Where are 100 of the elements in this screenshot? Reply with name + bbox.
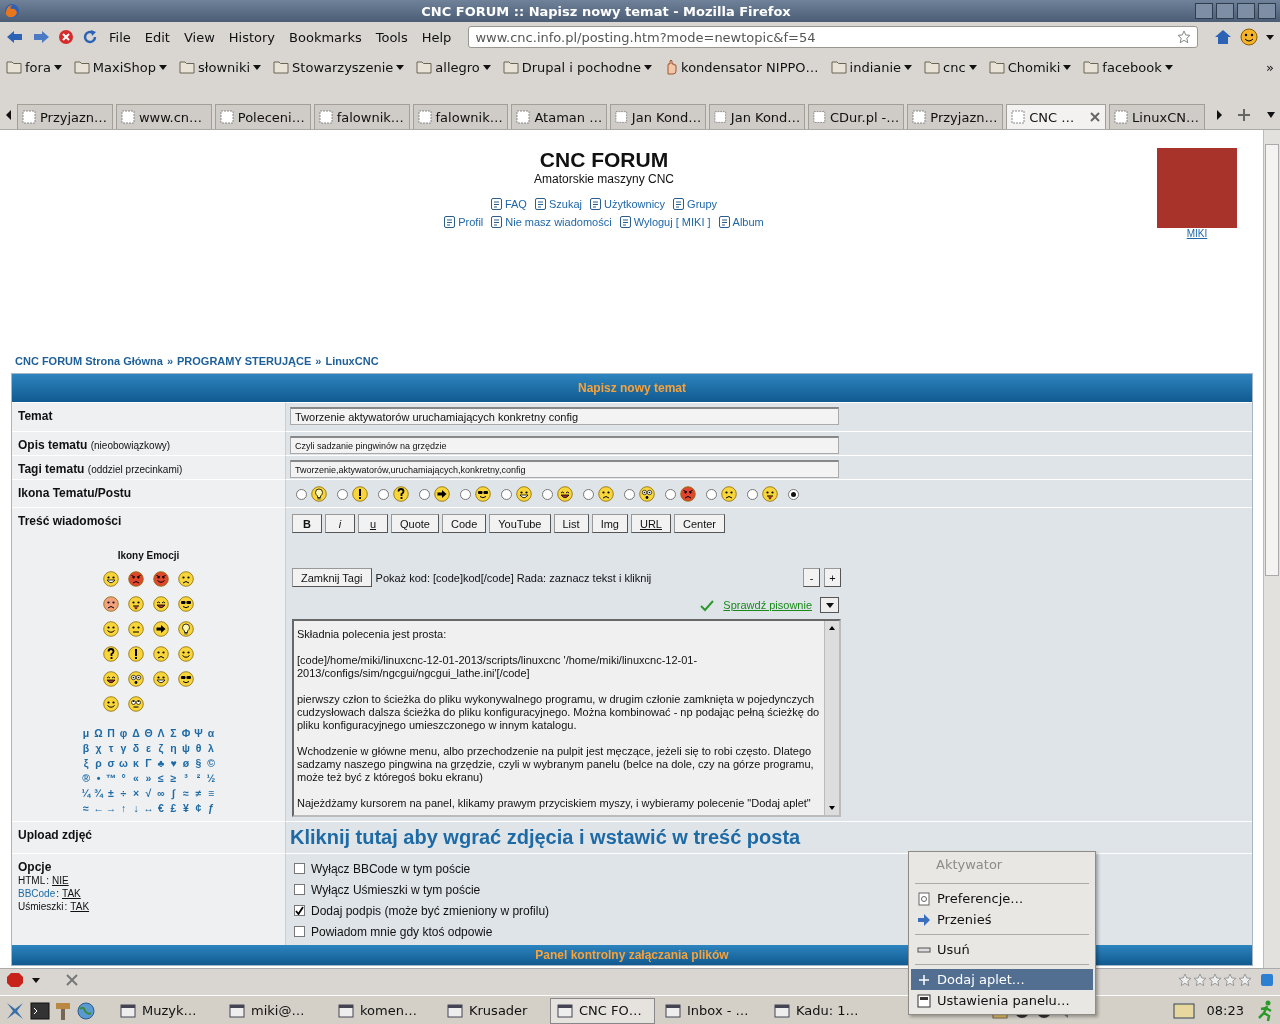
special-character[interactable]: ↓ <box>133 802 139 814</box>
input-field[interactable]: Tworzenie aktywatorów uruchamiających konkretny config <box>290 407 839 425</box>
browser-tab[interactable]: Jan Kond… <box>610 104 707 129</box>
radio-button[interactable] <box>501 488 512 500</box>
special-character[interactable]: δ <box>132 742 140 754</box>
forward-icon[interactable] <box>32 29 50 45</box>
smiley-icon[interactable] <box>128 671 144 687</box>
taskbar-button[interactable]: Kadu: 1… <box>768 997 873 1024</box>
address-field[interactable]: www.cnc.info.pl/posting.htm?mode=newtopic&f=54 <box>468 26 1198 48</box>
smiley-icon[interactable] <box>103 621 119 637</box>
breadcrumb-link[interactable]: LinuxCNC <box>325 355 379 369</box>
radio-button[interactable] <box>296 488 307 500</box>
smiley-icon[interactable] <box>128 571 144 587</box>
special-character[interactable]: ≥ <box>170 772 177 784</box>
smiley-icon[interactable] <box>178 671 194 687</box>
close-icon[interactable] <box>1089 111 1102 123</box>
browser-tab[interactable]: Ataman … <box>511 104 608 129</box>
bookmark-item[interactable]: MaxiShop <box>73 59 168 75</box>
exclamation-icon[interactable] <box>128 646 144 662</box>
special-character[interactable]: Φ <box>181 727 191 739</box>
home-icon[interactable] <box>1214 29 1232 45</box>
smiley-icon[interactable] <box>103 596 119 612</box>
setting-value[interactable]: NIE <box>52 874 69 887</box>
special-character[interactable]: ≡ <box>207 787 215 799</box>
radio-button[interactable] <box>460 488 471 500</box>
checkbox[interactable] <box>294 884 305 895</box>
browser-tab[interactable]: www.cn… <box>115 104 212 129</box>
dropdown-button[interactable] <box>820 597 839 613</box>
special-character[interactable]: « <box>133 772 139 784</box>
question-icon[interactable] <box>103 646 119 662</box>
special-character[interactable]: » <box>145 772 152 784</box>
special-character[interactable]: ∞ <box>157 787 165 799</box>
spellcheck-link[interactable]: Sprawdź pisownie <box>723 599 812 611</box>
special-character[interactable]: η <box>170 742 177 754</box>
menu-caret-icon[interactable] <box>32 977 40 983</box>
special-character[interactable]: ≠ <box>195 787 202 799</box>
taskbar-button[interactable]: Muzyk… <box>114 997 219 1024</box>
menu-item[interactable]: Ustawienia panelu… <box>911 990 1093 1011</box>
smiley-icon[interactable] <box>128 696 144 712</box>
nav-link[interactable]: Nie masz wiadomości <box>491 216 612 228</box>
menu-item[interactable]: Tools <box>372 29 411 45</box>
brush-icon[interactable] <box>54 1000 72 1021</box>
bookmark-item[interactable]: cnc <box>924 59 977 75</box>
special-character[interactable]: μ <box>82 727 90 739</box>
browser-tab[interactable]: falownik… <box>313 104 410 129</box>
special-character[interactable]: → <box>105 802 117 814</box>
menu-item[interactable]: Dodaj aplet… <box>911 969 1093 990</box>
menu-item[interactable]: Usuń <box>911 939 1093 960</box>
special-character[interactable]: √ <box>145 787 152 799</box>
special-character[interactable]: ψ <box>182 742 190 754</box>
star-rating[interactable] <box>1178 973 1252 987</box>
smiley-icon[interactable] <box>103 571 119 587</box>
smiley-icon[interactable] <box>103 696 119 712</box>
globe-icon[interactable] <box>76 1000 96 1021</box>
input-field[interactable]: Czyli sadzanie pingwinów na grzędzie <box>290 436 839 454</box>
special-character[interactable]: ↔ <box>143 802 154 814</box>
special-character[interactable]: • <box>96 772 101 784</box>
lightbulb-icon[interactable] <box>178 621 194 637</box>
minimize-button[interactable] <box>1216 3 1234 19</box>
format-button[interactable]: u <box>358 514 388 533</box>
terminal-icon[interactable] <box>30 1001 50 1020</box>
scroll-right-icon[interactable] <box>1214 108 1224 121</box>
radio-button[interactable] <box>788 488 799 500</box>
radio-button[interactable] <box>542 488 553 500</box>
special-character[interactable]: Δ <box>132 727 140 739</box>
tab-list-icon[interactable] <box>1265 110 1276 119</box>
nav-link[interactable]: Album <box>718 216 764 228</box>
maximize-button[interactable] <box>1237 3 1255 19</box>
radio-button[interactable] <box>624 488 635 500</box>
close-icon[interactable] <box>66 974 78 986</box>
bookmark-item[interactable]: słowniki <box>179 59 262 75</box>
special-character[interactable]: ¼ <box>81 787 91 799</box>
bookmark-item[interactable]: facebook <box>1083 59 1173 75</box>
special-character[interactable]: ° <box>121 772 126 784</box>
bookmark-item[interactable]: kondensator NIPPO… <box>664 59 819 75</box>
special-character[interactable]: ∫ <box>172 787 175 799</box>
special-character[interactable]: ¥ <box>183 802 189 814</box>
special-character[interactable]: ¾ <box>94 787 103 799</box>
menu-item[interactable]: Przenieś <box>911 909 1093 930</box>
browser-tab[interactable]: Przyjazn… <box>17 104 113 129</box>
format-button[interactable]: Center <box>674 514 725 533</box>
special-character[interactable]: Θ <box>144 727 153 739</box>
special-character[interactable]: χ <box>95 742 102 754</box>
bookmarks-overflow[interactable]: » <box>1266 59 1274 75</box>
smiley-icon[interactable] <box>153 596 169 612</box>
special-character[interactable]: £ <box>170 802 177 814</box>
special-character[interactable]: ξ <box>83 757 89 769</box>
smiley-icon[interactable] <box>153 571 169 587</box>
window-up-button[interactable] <box>1195 3 1213 19</box>
browser-tab[interactable]: CDur.pl -… <box>808 104 905 129</box>
setting-value[interactable]: TAK <box>62 887 81 900</box>
special-character[interactable]: θ <box>195 742 202 754</box>
special-character[interactable]: ♣ <box>157 757 165 769</box>
smiley-icon[interactable] <box>178 571 194 587</box>
format-button[interactable]: Code <box>441 514 487 533</box>
special-character[interactable]: ® <box>82 772 90 784</box>
scroll-up-icon[interactable] <box>828 624 836 632</box>
smiley-icon[interactable] <box>178 596 194 612</box>
special-character[interactable]: ÷ <box>120 787 127 799</box>
special-character[interactable]: × <box>132 787 140 799</box>
